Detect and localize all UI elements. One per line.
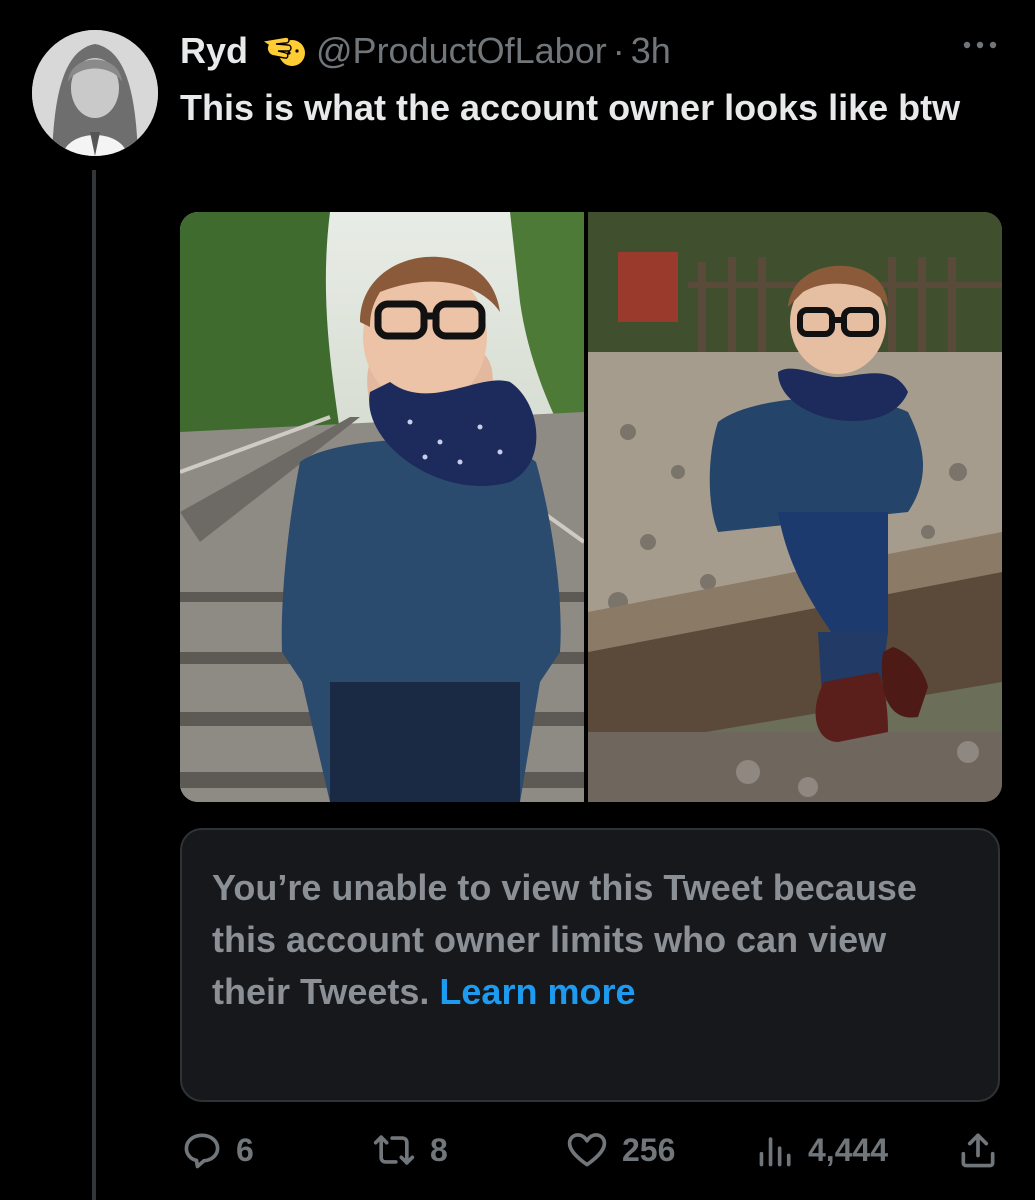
reply-button[interactable]: 6 <box>180 1120 254 1180</box>
thread-line <box>92 170 96 1200</box>
quoted-tweet-message: You’re unable to view this Tweet because… <box>212 862 972 1018</box>
media-photo-left[interactable] <box>180 212 584 802</box>
pointing-hand-emoji-icon <box>260 31 306 71</box>
photo-boy-standing-icon <box>180 212 584 802</box>
tweet-header: Ryd @ProductOfLabor · 3h <box>180 26 671 76</box>
retweet-icon <box>370 1128 418 1172</box>
separator-dot: · <box>612 30 625 71</box>
views-button[interactable]: 4,444 <box>756 1120 888 1180</box>
tweet-action-bar: 6 8 256 4,444 <box>180 1120 1005 1180</box>
tweet-media[interactable] <box>180 212 1002 802</box>
retweet-count: 8 <box>430 1131 448 1168</box>
media-photo-right[interactable] <box>588 212 1002 802</box>
share-icon <box>956 1128 1000 1172</box>
author-handle[interactable]: @ProductOfLabor <box>316 30 607 72</box>
author-avatar[interactable] <box>32 30 158 156</box>
tweet-text: This is what the account owner looks lik… <box>180 87 961 128</box>
retweet-button[interactable]: 8 <box>370 1120 448 1180</box>
like-count: 256 <box>622 1131 676 1168</box>
photo-boy-sitting-icon <box>588 212 1002 802</box>
avatar-photo <box>32 30 158 156</box>
more-horizontal-icon[interactable] <box>958 30 1002 60</box>
reply-count: 6 <box>236 1131 254 1168</box>
views-count: 4,444 <box>808 1131 889 1168</box>
quoted-tweet-unavailable[interactable]: You’re unable to view this Tweet because… <box>180 828 1000 1102</box>
heart-icon <box>564 1128 610 1172</box>
share-button[interactable] <box>956 1120 1000 1180</box>
reply-icon <box>180 1128 224 1172</box>
tweet-timestamp[interactable]: 3h <box>631 30 671 72</box>
learn-more-link[interactable]: Learn more <box>439 971 635 1012</box>
author-name[interactable]: Ryd <box>180 30 248 72</box>
views-chart-icon <box>756 1128 796 1172</box>
like-button[interactable]: 256 <box>564 1120 675 1180</box>
